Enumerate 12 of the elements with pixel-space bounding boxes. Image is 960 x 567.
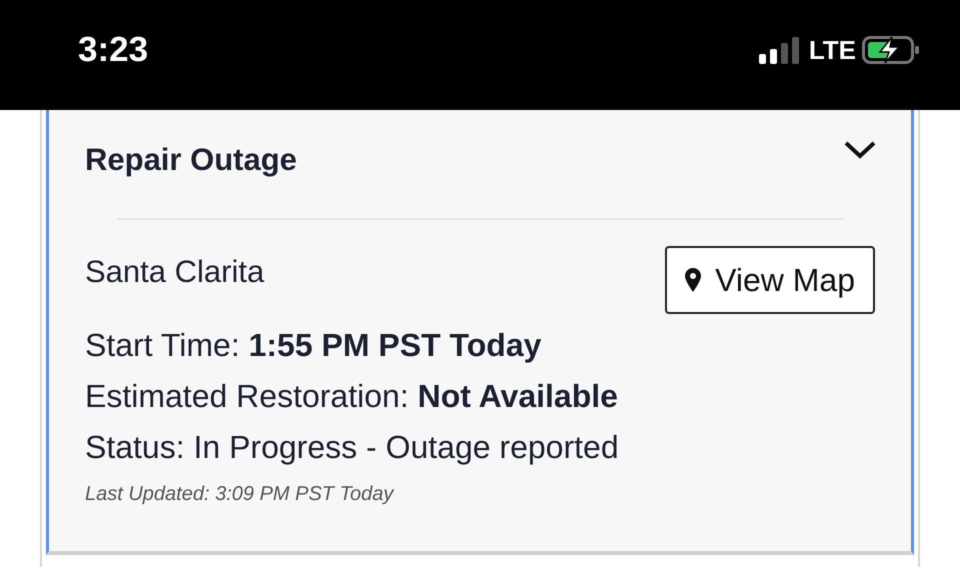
last-updated-text: Last Updated: 3:09 PM PST Today bbox=[85, 482, 396, 507]
location-name: Santa Clarita bbox=[85, 253, 264, 291]
network-label: LTE bbox=[808, 34, 856, 66]
charging-battery-icon bbox=[862, 36, 920, 64]
view-map-button[interactable]: View Map bbox=[665, 246, 875, 314]
clock-time: 3:23 bbox=[78, 28, 148, 71]
detail-line: Start Time: 1:55 PM PST Today bbox=[85, 326, 542, 365]
card-title: Repair Outage bbox=[85, 141, 297, 179]
detail-line: Status: In Progress - Outage reported bbox=[85, 428, 620, 467]
chevron-icon[interactable] bbox=[843, 140, 877, 160]
detail-line: Estimated Restoration: Not Available bbox=[85, 377, 619, 416]
map-pin-icon bbox=[685, 268, 702, 292]
